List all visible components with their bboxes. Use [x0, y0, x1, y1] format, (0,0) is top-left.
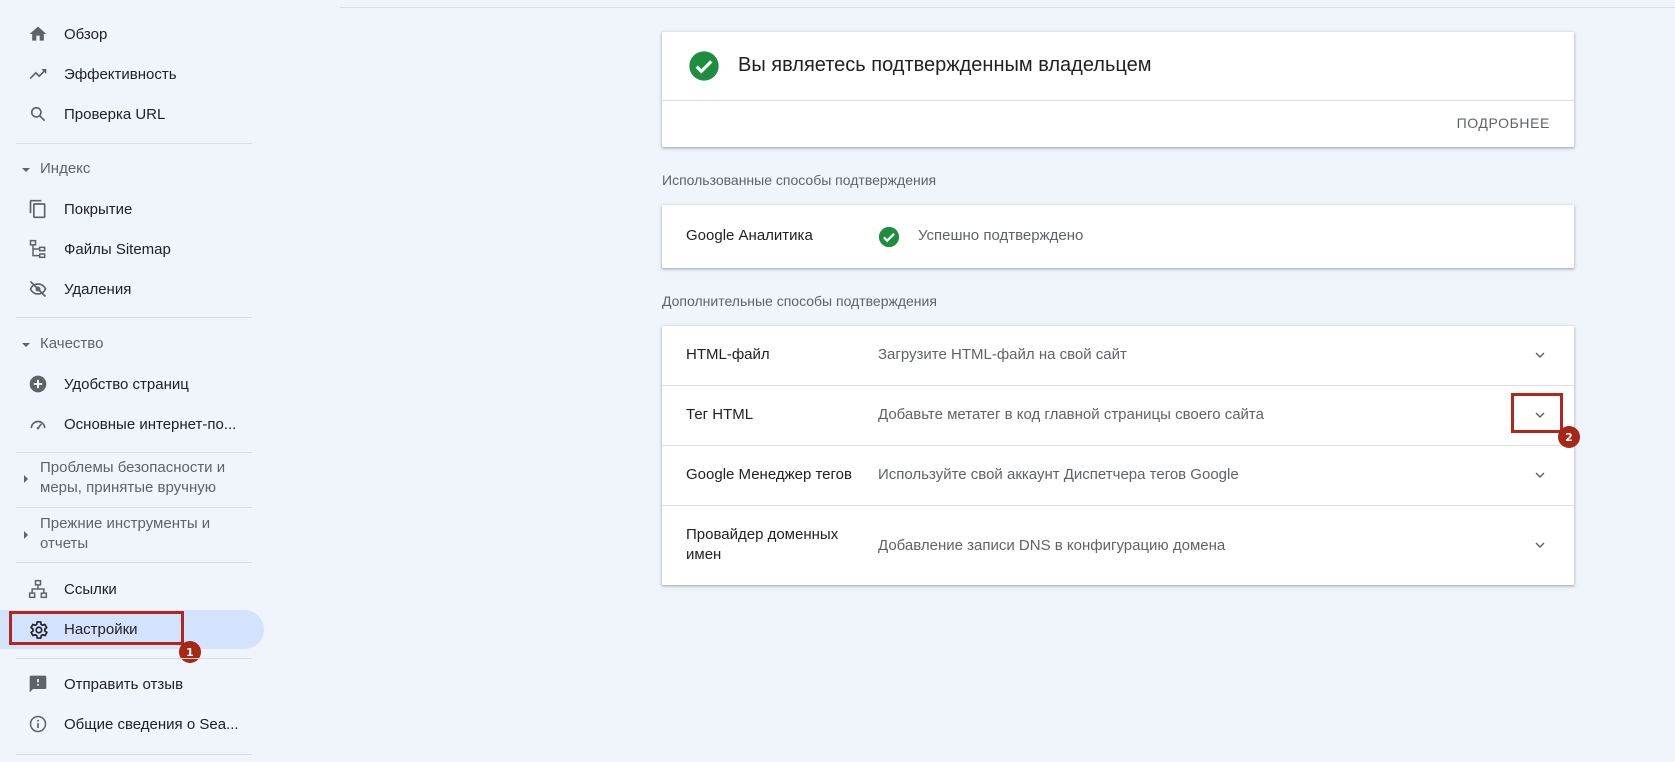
sidebar-item-label: Ссылки	[64, 580, 117, 598]
section-security-toggle[interactable]: Проблемы безопасности и меры, принятые в…	[0, 458, 252, 500]
method-name: HTML-файл	[686, 346, 770, 363]
additional-methods-card: HTML-файл Загрузите HTML-файл на свой са…	[662, 326, 1574, 585]
method-row-tag-manager[interactable]: Google Менеджер тегов Используйте свой а…	[662, 446, 1574, 505]
sidebar-divider	[16, 317, 252, 318]
additional-methods-label: Дополнительные способы подтверждения	[662, 293, 937, 309]
owner-status-card: Вы являетесь подтвержденным владельцем П…	[662, 32, 1574, 147]
method-name-line1: Провайдер доменных	[686, 526, 839, 543]
caret-down-icon	[22, 343, 30, 347]
method-description: Добавьте метатег в код главной страницы …	[878, 406, 1264, 423]
info-icon	[27, 713, 49, 735]
sidebar-divider	[16, 562, 252, 563]
trending-up-icon	[27, 63, 49, 85]
section-quality-toggle[interactable]: Качество	[0, 334, 252, 356]
annotation-badge-1: 1	[179, 641, 201, 663]
method-row-domain-provider[interactable]: Провайдер доменных имен Добавление запис…	[662, 506, 1574, 585]
header-divider	[340, 7, 1675, 8]
sidebar-item-feedback[interactable]: Отправить отзыв	[0, 665, 264, 703]
section-index-toggle[interactable]: Индекс	[0, 159, 252, 181]
gear-icon	[27, 619, 49, 641]
sidebar-item-coverage[interactable]: Покрытие	[0, 190, 264, 228]
sidebar-item-label: Основные интернет-по...	[64, 415, 237, 433]
section-legacy-toggle[interactable]: Прежние инструменты и отчеты	[0, 514, 252, 556]
section-label-line1: Проблемы безопасности и	[40, 459, 226, 476]
sidebar-divider	[16, 658, 252, 659]
sidebar-item-label: Покрытие	[64, 200, 133, 218]
sidebar-item-removals[interactable]: Удаления	[0, 270, 264, 308]
chevron-down-icon[interactable]	[1528, 533, 1552, 557]
section-label-line2: меры, принятые вручную	[40, 479, 217, 496]
owner-status-title: Вы являетесь подтвержденным владельцем	[738, 54, 1152, 76]
verification-status: Успешно подтверждено	[918, 227, 1084, 244]
method-name-line2: имен	[686, 546, 722, 563]
speed-gauge-icon	[27, 413, 49, 435]
check-circle-icon	[878, 226, 900, 253]
chevron-down-icon[interactable]	[1528, 343, 1552, 367]
sidebar-item-label: Отправить отзыв	[64, 675, 184, 693]
method-name: Google Менеджер тегов	[686, 466, 852, 483]
chevron-down-icon[interactable]	[1528, 403, 1552, 427]
sidebar-item-sitemaps[interactable]: Файлы Sitemap	[0, 230, 264, 268]
chevron-down-icon[interactable]	[1528, 463, 1552, 487]
sidebar-nav: Обзор Эффективность Проверка URL Индекс …	[0, 0, 270, 762]
method-name: Тег HTML	[686, 406, 754, 423]
feedback-icon	[27, 673, 49, 695]
sidebar-item-label: Файлы Sitemap	[64, 240, 171, 258]
used-methods-label: Использованные способы подтверждения	[662, 172, 937, 188]
check-circle-icon	[688, 50, 720, 87]
method-description: Добавление записи DNS в конфигурацию дом…	[878, 537, 1226, 554]
section-label: Качество	[40, 335, 104, 352]
visibility-off-icon	[27, 278, 49, 300]
sidebar-item-links[interactable]: Ссылки	[0, 570, 264, 608]
card-divider	[662, 100, 1574, 101]
home-icon	[27, 23, 49, 45]
sidebar-divider	[16, 507, 252, 508]
sidebar-item-settings[interactable]: Настройки	[0, 610, 264, 649]
method-description: Загрузите HTML-файл на свой сайт	[878, 346, 1127, 363]
method-description: Используйте свой аккаунт Диспетчера тего…	[878, 466, 1239, 483]
sidebar-item-label: Настройки	[64, 621, 138, 638]
sidebar-divider	[16, 143, 252, 144]
sidebar-divider	[16, 452, 252, 453]
sidebar-item-label: Проверка URL	[64, 105, 166, 123]
sidebar-item-label: Общие сведения о Sea...	[64, 715, 239, 733]
caret-down-icon	[22, 168, 30, 172]
annotation-badge-2: 2	[1558, 426, 1580, 448]
sidebar-item-page-experience[interactable]: Удобство страниц	[0, 365, 264, 403]
caret-right-icon	[24, 531, 28, 539]
section-label: Индекс	[40, 160, 91, 177]
search-icon	[27, 103, 49, 125]
sidebar-divider	[16, 754, 252, 755]
used-methods-card: Google Аналитика Успешно подтверждено	[662, 205, 1574, 268]
sidebar-item-performance[interactable]: Эффективность	[0, 55, 264, 93]
plus-circle-icon	[27, 373, 49, 395]
details-button[interactable]: ПОДРОБНЕЕ	[1457, 115, 1550, 131]
sidebar-item-url-inspection[interactable]: Проверка URL	[0, 95, 264, 133]
sidebar-item-overview[interactable]: Обзор	[0, 15, 264, 53]
method-name: Google Аналитика	[686, 227, 813, 244]
section-label-line2: отчеты	[40, 535, 89, 552]
sidebar-item-about[interactable]: Общие сведения о Sea...	[0, 705, 264, 743]
section-label-line1: Прежние инструменты и	[40, 515, 211, 532]
method-row-html-file[interactable]: HTML-файл Загрузите HTML-файл на свой са…	[662, 326, 1574, 385]
sidebar-item-label: Обзор	[64, 25, 108, 43]
sitemap-icon	[27, 238, 49, 260]
sidebar-item-label: Эффективность	[64, 65, 177, 83]
caret-right-icon	[24, 475, 28, 483]
links-tree-icon	[27, 578, 49, 600]
sidebar-item-label: Удаления	[64, 280, 132, 298]
copy-pages-icon	[27, 198, 49, 220]
sidebar-item-core-web-vitals[interactable]: Основные интернет-по...	[0, 405, 264, 443]
method-row-html-tag[interactable]: Тег HTML Добавьте метатег в код главной …	[662, 386, 1574, 445]
sidebar-item-label: Удобство страниц	[64, 375, 189, 393]
